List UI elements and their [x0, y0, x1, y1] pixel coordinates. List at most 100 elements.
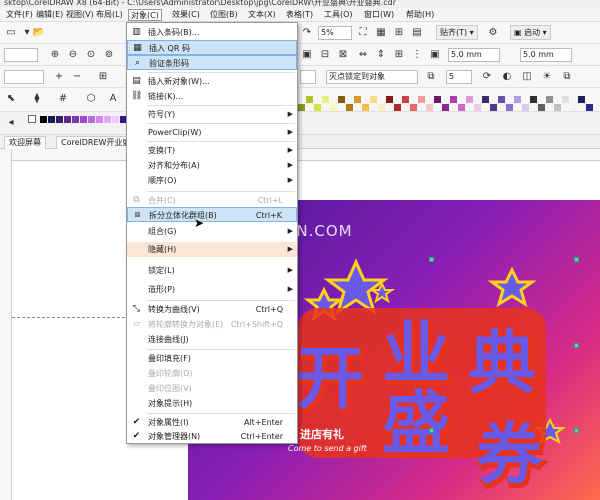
align-icon[interactable]: ⊞	[392, 48, 406, 62]
settings-gear-icon[interactable]: ⚙	[486, 26, 500, 40]
menu-table[interactable]: 表格(T)	[284, 9, 315, 21]
color-swatch[interactable]	[466, 96, 473, 103]
color-swatch[interactable]	[522, 104, 529, 111]
polygon-tool-icon[interactable]: ⬡	[84, 92, 98, 106]
zoom-level-field[interactable]: 5%	[318, 26, 352, 40]
color-swatch[interactable]	[378, 104, 385, 111]
no-fill-swatch[interactable]	[28, 115, 36, 123]
menu-object[interactable]: 对象(C)	[128, 9, 162, 21]
color-swatch[interactable]	[570, 104, 577, 111]
menu-convert-curves[interactable]: ⤡ 转换为曲线(V) Ctrl+Q	[127, 302, 297, 317]
color-swatch[interactable]	[104, 116, 111, 123]
selection-handle[interactable]	[574, 257, 579, 262]
selection-handle[interactable]	[574, 343, 579, 348]
color-swatch[interactable]	[498, 96, 505, 103]
menu-file[interactable]: 文件(F)	[4, 9, 35, 21]
zoom-in-icon[interactable]: ⊕	[48, 48, 62, 62]
guides-icon[interactable]: ⊞	[392, 26, 406, 40]
color-swatch[interactable]	[458, 104, 465, 111]
color-swatch[interactable]	[514, 96, 521, 103]
add-preset-icon[interactable]: +	[52, 70, 66, 84]
color-swatch[interactable]	[546, 96, 553, 103]
rotate-icon[interactable]: ⟳	[480, 70, 494, 84]
color-swatch[interactable]	[474, 104, 481, 111]
color-icon[interactable]: ◐	[500, 70, 514, 84]
mirror-horizontal-icon[interactable]: ⇔	[356, 48, 370, 62]
color-swatch[interactable]	[442, 104, 449, 111]
tab-welcome[interactable]: 欢迎屏幕	[4, 136, 46, 149]
menu-layout[interactable]: 布局(L)	[94, 9, 125, 21]
menu-group[interactable]: 组合(G) ▶	[127, 224, 297, 239]
rulers-icon[interactable]: ▤	[410, 26, 424, 40]
selection-handle[interactable]	[429, 257, 434, 262]
menu-object-manager[interactable]: ✔ 对象管理器(N) Ctrl+Enter	[127, 429, 297, 444]
menu-tools[interactable]: 工具(O)	[322, 9, 355, 21]
menu-powerclip[interactable]: PowerClip(W) ▶	[127, 125, 297, 140]
menu-overprint-bitmap[interactable]: 叠印位图(V)	[127, 381, 297, 396]
color-swatch[interactable]	[346, 104, 353, 111]
vertical-ruler[interactable]	[0, 149, 12, 500]
preset-field[interactable]	[4, 48, 38, 62]
color-swatch[interactable]	[386, 96, 393, 103]
color-swatch[interactable]	[48, 116, 55, 123]
color-swatch[interactable]	[418, 96, 425, 103]
group-icon[interactable]: ▣	[428, 48, 442, 62]
color-swatch[interactable]	[562, 96, 569, 103]
menu-help[interactable]: 帮助(H)	[404, 9, 436, 21]
color-swatch[interactable]	[72, 116, 79, 123]
menu-combine[interactable]: ⧉ 合并(C) Ctrl+L	[127, 193, 297, 208]
mirror-vertical-icon[interactable]: ⇕	[374, 48, 388, 62]
color-swatch[interactable]	[554, 104, 561, 111]
menu-overprint-fill[interactable]: 叠印填充(F)	[127, 351, 297, 366]
new-document-icon[interactable]: ▭	[4, 26, 18, 40]
menu-symbol[interactable]: 符号(Y) ▶	[127, 107, 297, 122]
menu-link[interactable]: ⛓ 链接(K)...	[127, 89, 297, 104]
menu-insert-barcode[interactable]: ▥ 插入条码(B)...	[127, 25, 297, 40]
copy-extrude-icon[interactable]: ⧉	[560, 70, 574, 84]
zoom-all-icon[interactable]: ⊚	[102, 48, 116, 62]
menu-edit[interactable]: 编辑(E)	[34, 9, 65, 21]
horizontal-ruler[interactable]	[12, 149, 600, 161]
color-swatch[interactable]	[450, 96, 457, 103]
redo-icon[interactable]: ↷	[300, 26, 314, 40]
scroll-left-icon[interactable]: ◂	[4, 116, 18, 130]
open-folder-icon[interactable]: 📂	[32, 26, 46, 40]
color-swatch[interactable]	[314, 104, 321, 111]
grid-icon[interactable]: ▦	[374, 26, 388, 40]
menu-window[interactable]: 窗口(W)	[362, 9, 396, 21]
color-swatch[interactable]	[506, 104, 513, 111]
menu-outline-to-object[interactable]: ▱ 将轮廓转换为对象(E) Ctrl+Shift+Q	[127, 317, 297, 332]
color-swatch[interactable]	[370, 96, 377, 103]
depth-field[interactable]: 5	[446, 70, 472, 84]
color-swatch[interactable]	[306, 96, 313, 103]
menu-text[interactable]: 文本(X)	[246, 9, 278, 21]
menu-connect-curves[interactable]: 连接曲线(J)	[127, 332, 297, 347]
menu-bitmaps[interactable]: 位图(B)	[208, 9, 240, 21]
color-swatch[interactable]	[586, 104, 593, 111]
color-swatch[interactable]	[298, 104, 305, 111]
fill-bucket-icon[interactable]: ⧫	[30, 92, 44, 106]
vanishing-point-field[interactable]: 灭点锁定到对象	[326, 70, 418, 84]
color-swatch[interactable]	[530, 96, 537, 103]
color-swatch[interactable]	[578, 96, 585, 103]
color-swatch[interactable]	[338, 96, 345, 103]
color-swatch[interactable]	[426, 104, 433, 111]
menu-insert-qr[interactable]: ▦ 插入 QR 码	[127, 40, 297, 55]
menu-object-properties[interactable]: ✔ 对象属性(I) Alt+Enter	[127, 415, 297, 430]
menu-object-hints[interactable]: 对象提示(H)	[127, 396, 297, 411]
color-swatch[interactable]	[482, 96, 489, 103]
pick-tool-icon[interactable]: ⬉	[4, 92, 18, 106]
menu-order[interactable]: 顺序(O) ▶	[127, 173, 297, 188]
menu-shaping[interactable]: 造形(P) ▶	[127, 282, 297, 297]
menu-view[interactable]: 视图(V)	[64, 9, 96, 21]
color-swatch[interactable]	[40, 116, 47, 123]
color-swatch[interactable]	[410, 104, 417, 111]
grid-tool-icon[interactable]: #	[56, 92, 70, 106]
launch-button[interactable]: ▣ 启动 ▾	[510, 25, 551, 40]
color-swatch[interactable]	[330, 104, 337, 111]
zoom-selected-icon[interactable]: ⊙	[84, 48, 98, 62]
color-swatch[interactable]	[88, 116, 95, 123]
depth-icon[interactable]: ⧉	[424, 70, 438, 84]
selection-handle[interactable]	[429, 428, 434, 433]
size-field-2[interactable]: 5.0 mm	[520, 48, 572, 62]
